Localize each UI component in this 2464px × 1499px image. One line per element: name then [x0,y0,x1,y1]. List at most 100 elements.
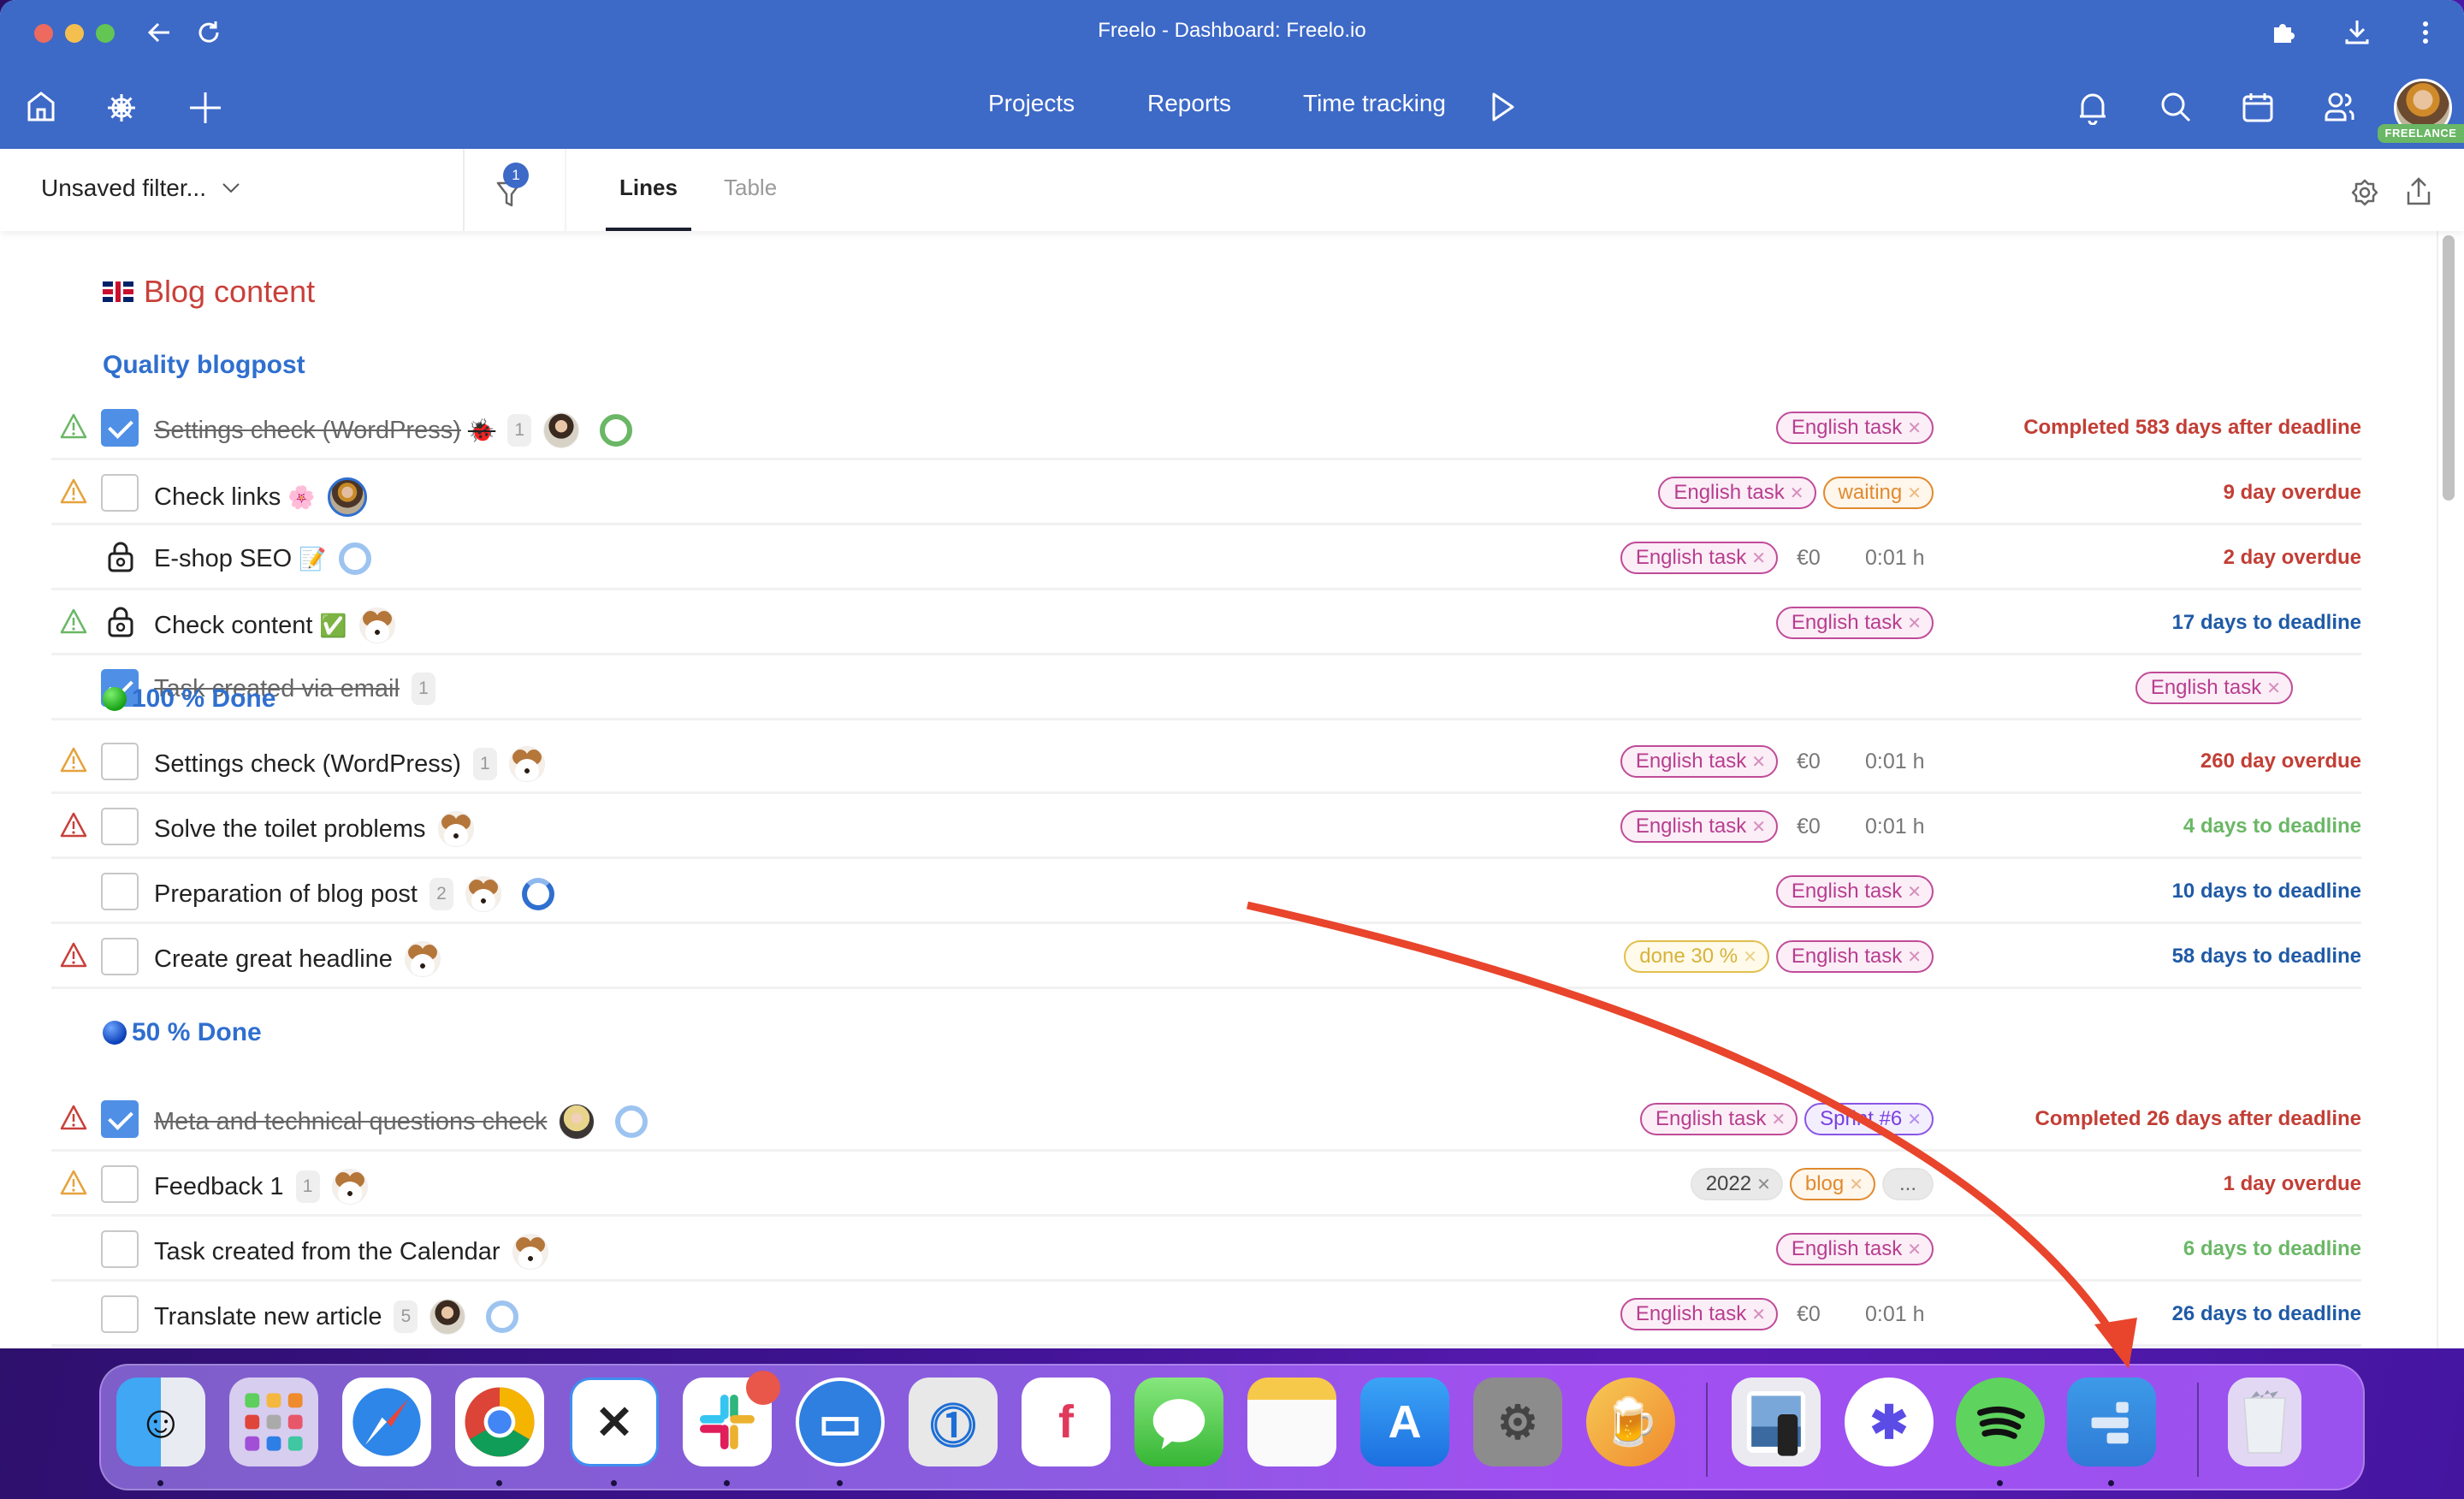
task-name[interactable]: Check content ✅ [154,607,395,643]
tag-more[interactable]: ... [1881,1168,1934,1200]
comment-count[interactable]: 2 [429,878,453,910]
tag-english[interactable]: English task ✕ [1620,1298,1778,1330]
export-icon[interactable] [2405,176,2432,207]
remove-tag-icon[interactable]: ✕ [1756,1174,1771,1195]
remove-tag-icon[interactable]: ✕ [1771,1109,1786,1130]
task-checkbox[interactable] [101,938,139,975]
tag-english[interactable]: English task ✕ [1775,607,1934,639]
task-deadline[interactable]: 58 days to deadline [1951,945,2361,969]
users-icon[interactable] [2324,91,2356,123]
nav-reports[interactable]: Reports [1147,90,1231,117]
dock-app-preview[interactable] [1732,1378,1821,1466]
section-title[interactable]: Quality blogpost [103,351,305,380]
task-deadline[interactable]: 1 day overdue [1951,1172,2361,1196]
assignee-avatar[interactable] [465,876,501,912]
task-row[interactable]: Feedback 1 1 2022 ✕ blog ✕... 1 day overdue [51,1152,2361,1217]
remove-tag-icon[interactable]: ✕ [1907,418,1922,439]
play-icon[interactable] [1490,91,1516,123]
tag-sprint[interactable]: Sprint #6 ✕ [1804,1103,1934,1135]
task-deadline[interactable]: 260 day overdue [1951,750,2361,773]
remove-tag-icon[interactable]: ✕ [1907,483,1922,504]
task-row[interactable]: E-shop SEO 📝 English task ✕ €0 0:01 h 2 day ov… [51,525,2361,590]
dock-app-notes[interactable] [1247,1378,1336,1466]
task-name[interactable]: Task created from the Calendar [154,1234,548,1270]
tag-waiting[interactable]: waiting ✕ [1822,477,1934,509]
assignee-avatar[interactable] [543,412,580,448]
task-checkbox[interactable] [101,743,139,780]
task-checkbox[interactable] [101,1100,139,1138]
nav-time-tracking[interactable]: Time tracking [1303,90,1446,117]
tag-english[interactable]: English task ✕ [1640,1103,1798,1135]
comment-count[interactable]: 5 [394,1301,418,1333]
dock-app-spotify[interactable] [1956,1378,2045,1466]
comment-count[interactable]: 1 [411,672,435,705]
task-name[interactable]: Meta and technical questions check [154,1104,649,1140]
task-checkbox[interactable] [101,409,139,447]
tag-english[interactable]: English task ✕ [1620,810,1778,843]
task-deadline[interactable]: Completed 583 days after deadline [1951,416,2361,440]
task-name[interactable]: Feedback 1 1 [154,1169,368,1205]
task-checkbox[interactable] [101,873,139,910]
dock-app-zapier[interactable]: ✱ [1845,1378,1934,1466]
remove-tag-icon[interactable]: ✕ [1849,1174,1863,1195]
assignee-avatar[interactable] [429,1299,466,1335]
assignee-avatar[interactable] [508,746,545,782]
dock-app-chrome[interactable] [455,1378,544,1466]
task-row[interactable]: Task created from the Calendar English ta… [51,1217,2361,1282]
calendar-icon[interactable] [2242,91,2274,123]
tag-english[interactable]: English task ✕ [1775,1233,1934,1265]
dock-app-trash[interactable] [2228,1378,2301,1466]
dock-app-messages[interactable] [1134,1378,1223,1466]
task-name[interactable]: Settings check (WordPress) 1 [154,746,545,782]
download-icon[interactable] [2343,17,2372,46]
task-name[interactable]: Preparation of blog post 2 [154,876,554,912]
task-name[interactable]: Settings check (WordPress) 🐞 1 [154,412,633,448]
task-name[interactable]: Check links 🌸 [154,477,367,517]
remove-tag-icon[interactable]: ✕ [1907,881,1922,903]
task-deadline[interactable]: 17 days to deadline [1951,611,2361,635]
task-checkbox[interactable] [101,1165,139,1203]
comment-count[interactable]: 1 [295,1170,320,1203]
remove-tag-icon[interactable]: ✕ [1907,1109,1922,1130]
assignee-avatar[interactable] [358,607,395,643]
nav-projects[interactable]: Projects [988,90,1075,117]
remove-tag-icon[interactable]: ✕ [1907,613,1922,634]
home-icon[interactable] [26,91,56,123]
search-icon[interactable] [2159,91,2192,123]
task-checkbox[interactable] [101,474,139,512]
task-row[interactable]: Settings check (WordPress) 1 English task ✕… [51,729,2361,794]
task-deadline[interactable]: 6 days to deadline [1951,1237,2361,1261]
dock-app-beer-app[interactable]: 🍺 [1586,1378,1675,1466]
task-row[interactable]: Solve the toilet problems English task ✕ €0… [51,794,2361,859]
wheel-icon[interactable] [106,92,137,123]
task-checkbox[interactable] [101,1230,139,1268]
scrollbar-thumb[interactable] [2443,235,2455,501]
dock-app-app-store[interactable]: A [1360,1378,1449,1466]
section-title[interactable]: 50 % Done [103,1018,262,1047]
remove-tag-icon[interactable]: ✕ [1751,816,1766,838]
task-name[interactable]: Translate new article 5 [154,1299,519,1335]
assignee-avatar[interactable] [404,941,441,977]
assignee-avatar[interactable] [331,1169,368,1205]
remove-tag-icon[interactable]: ✕ [1907,946,1922,968]
assignee-avatar[interactable] [512,1234,548,1270]
remove-tag-icon[interactable]: ✕ [1751,1304,1766,1325]
section-title[interactable]: 100 % Done [103,684,275,714]
task-deadline[interactable]: 9 day overdue [1951,481,2361,505]
task-deadline[interactable]: 4 days to deadline [1951,815,2361,838]
task-deadline[interactable]: Completed 26 days after deadline [1951,1107,2361,1131]
remove-tag-icon[interactable]: ✕ [1751,548,1766,569]
tag-english[interactable]: English task ✕ [1658,477,1816,509]
tag-english[interactable]: English task ✕ [1620,745,1778,778]
project-title[interactable]: Blog content [103,274,315,310]
task-row[interactable]: Settings check (WordPress) 🐞 1 English task… [51,395,2361,460]
task-deadline[interactable]: 2 day overdue [1951,546,2361,570]
comment-count[interactable]: 1 [507,414,532,447]
dock-app-1password[interactable]: ⓵ [909,1378,998,1466]
assignee-avatar[interactable] [327,477,367,517]
dock-app-finder[interactable]: ☺ [116,1378,205,1466]
saved-filter-dropdown[interactable]: Unsaved filter... [41,175,240,202]
dock-app-freelo[interactable]: f [1022,1378,1111,1466]
remove-tag-icon[interactable]: ✕ [1790,483,1804,504]
remove-tag-icon[interactable]: ✕ [1743,946,1757,968]
